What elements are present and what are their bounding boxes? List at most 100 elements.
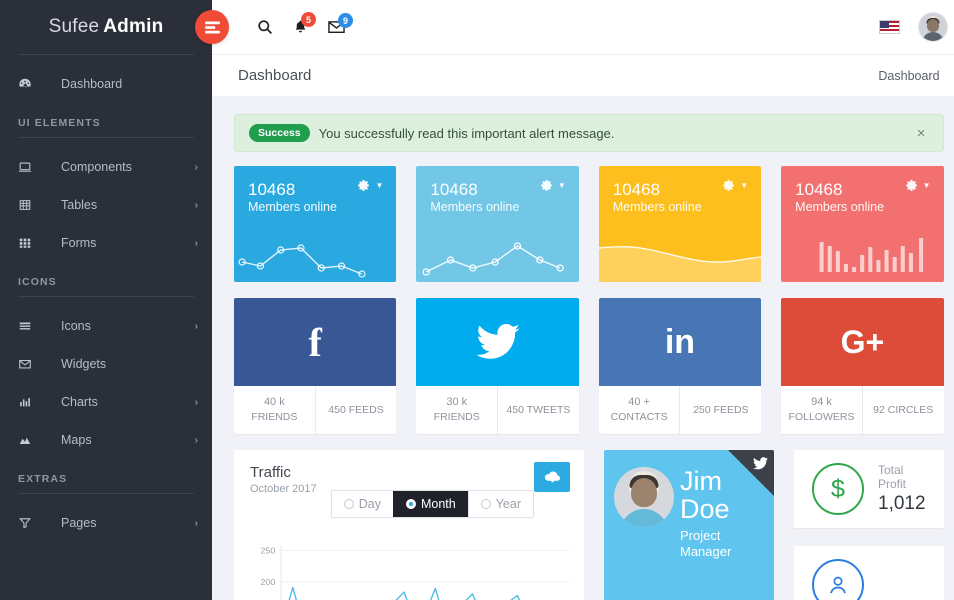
sidebar-item-components[interactable]: Components › [0,148,212,186]
table-icon [18,198,40,212]
map-icon [18,433,40,447]
notifications-bell-icon[interactable]: 5 [293,12,316,35]
googleplus-icon: G+ [781,298,944,386]
sidebar-item-tables[interactable]: Tables › [0,186,212,224]
chevron-down-icon: ▼ [740,181,749,190]
bar-chart-icon [18,395,40,409]
stat-card-members-2[interactable]: 10468 Members online ▼ [416,166,579,282]
traffic-range-year[interactable]: Year [467,491,533,517]
mail-badge: 9 [338,13,353,28]
stat-label: Members online [612,199,702,214]
chevron-right-icon: › [194,517,198,529]
sidebar-item-forms[interactable]: Forms › [0,224,212,262]
sidebar-item-label: Pages [61,516,97,530]
sidebar-item-maps[interactable]: Maps › [0,421,212,459]
profile-role: Project Manager [680,527,732,559]
brand-logo[interactable]: Sufee Admin [0,0,212,54]
sidebar-item-dashboard[interactable]: Dashboard [0,65,212,103]
traffic-range-month[interactable]: Month [392,491,468,517]
breadcrumb: Dashboard [878,68,940,83]
bell-badge: 5 [301,12,316,27]
social-stat-left: 40 k FRIENDS [234,386,316,434]
linkedin-icon: in [598,298,762,386]
facebook-icon: f [234,298,397,386]
sidebar-item-label: Widgets [61,357,107,371]
social-stat-value: 40 + [628,396,650,409]
page-header-bar: Dashboard Dashboard [212,54,954,96]
card-settings-dropdown[interactable]: ▼ [722,179,748,192]
radio-icon [480,499,491,509]
success-alert: Success You successfully read this impor… [234,114,944,152]
close-icon[interactable]: × [914,125,929,142]
topbar-right-group [878,12,948,42]
users-card[interactable] [794,546,944,600]
us-flag-icon[interactable] [878,20,900,34]
social-stat-right: 450 FEEDS [316,386,397,434]
chevron-right-icon: › [194,199,198,211]
avatar[interactable] [917,12,948,42]
social-stat-left: 30 k FRIENDS [416,386,499,434]
sidebar-item-label: Tables [61,198,98,212]
search-icon[interactable] [257,19,273,35]
social-stats: 40 k FRIENDS 450 FEEDS [234,386,396,434]
chevron-down-icon: ▼ [375,181,384,190]
sidebar-item-pages[interactable]: Pages › [0,504,212,542]
sparkline-chart [416,224,578,282]
traffic-title: Traffic [250,464,291,481]
stat-card-members-4[interactable]: 10468 Members online ▼ [781,166,944,282]
card-settings-dropdown[interactable]: ▼ [540,179,566,192]
social-card-googleplus[interactable]: G+ 94 k FOLLOWERS 92 CIRCLES [781,298,944,434]
topbar-left-group: 5 9 [257,12,353,35]
stat-cards-row: 10468 Members online ▼ 10468 Members onl… [234,166,944,282]
sidebar-item-label: Dashboard [61,77,123,91]
social-card-facebook[interactable]: f 40 k FRIENDS 450 FEEDS [234,298,397,434]
social-stat-right: 250 FEEDS [680,386,761,434]
svg-text:250: 250 [261,546,276,556]
brand-light: Sufee [48,16,100,37]
sidebar-item-label: Icons [61,319,91,333]
sidebar-item-charts[interactable]: Charts › [0,383,212,421]
social-stat-right: 92 CIRCLES [863,386,944,434]
stat-card-members-1[interactable]: 10468 Members online ▼ [234,166,397,282]
total-profit-card[interactable]: $ Total Profit 1,012 [794,450,944,528]
dollar-glyph: $ [831,474,845,503]
twitter-bird-icon [416,298,579,386]
sparkline-chart [598,224,762,282]
social-card-twitter[interactable]: 30 k FRIENDS 450 TWEETS [416,298,579,434]
social-card-linkedin[interactable]: in 40 + CONTACTS 250 FEEDS [598,298,762,434]
sidebar-item-label: Charts [61,395,98,409]
sidebar-item-widgets[interactable]: Widgets [0,345,212,383]
content-area: Success You successfully read this impor… [212,96,954,600]
top-navbar: 5 9 [195,0,954,54]
card-settings-dropdown[interactable]: ▼ [905,179,931,192]
sparkline-chart [234,224,396,282]
social-stat-left: 94 k FOLLOWERS [781,386,863,434]
stat-card-members-3[interactable]: 10468 Members online ▼ [598,166,762,282]
app-root: Sufee Admin Dashboard UI ELEMENTS Compon… [0,0,954,600]
traffic-range-label: Year [495,497,521,511]
sidebar-section-title-icons: ICONS [18,276,57,288]
messages-envelope-icon[interactable]: 9 [328,13,353,34]
social-stat-label: FRIENDS [251,411,298,424]
traffic-range-label: Day [358,497,381,511]
sidebar-section-title-ui: UI ELEMENTS [18,117,101,129]
laptop-icon [18,160,40,174]
sidebar-section-title-extras: EXTRAS [18,473,68,485]
cloud-download-icon[interactable] [534,462,570,492]
dashboard-icon [18,77,40,91]
card-settings-dropdown[interactable]: ▼ [357,179,383,192]
sidebar-toggle-button[interactable] [195,10,229,44]
twitter-bird-icon [753,457,768,475]
sidebar-item-label: Forms [61,236,97,250]
profile-card[interactable]: Jim Doe Project Manager [604,450,774,600]
list-icon [18,319,40,333]
googleplus-glyph: G+ [840,323,885,360]
status-badge: Success [249,123,310,143]
svg-text:200: 200 [261,577,276,587]
sidebar-item-icons[interactable]: Icons › [0,307,212,345]
stat-label: Members online [795,199,885,214]
traffic-range-day[interactable]: Day [331,491,393,517]
right-mini-cards: $ Total Profit 1,012 [794,450,944,600]
dollar-icon: $ [812,463,864,515]
chevron-right-icon: › [194,396,198,408]
